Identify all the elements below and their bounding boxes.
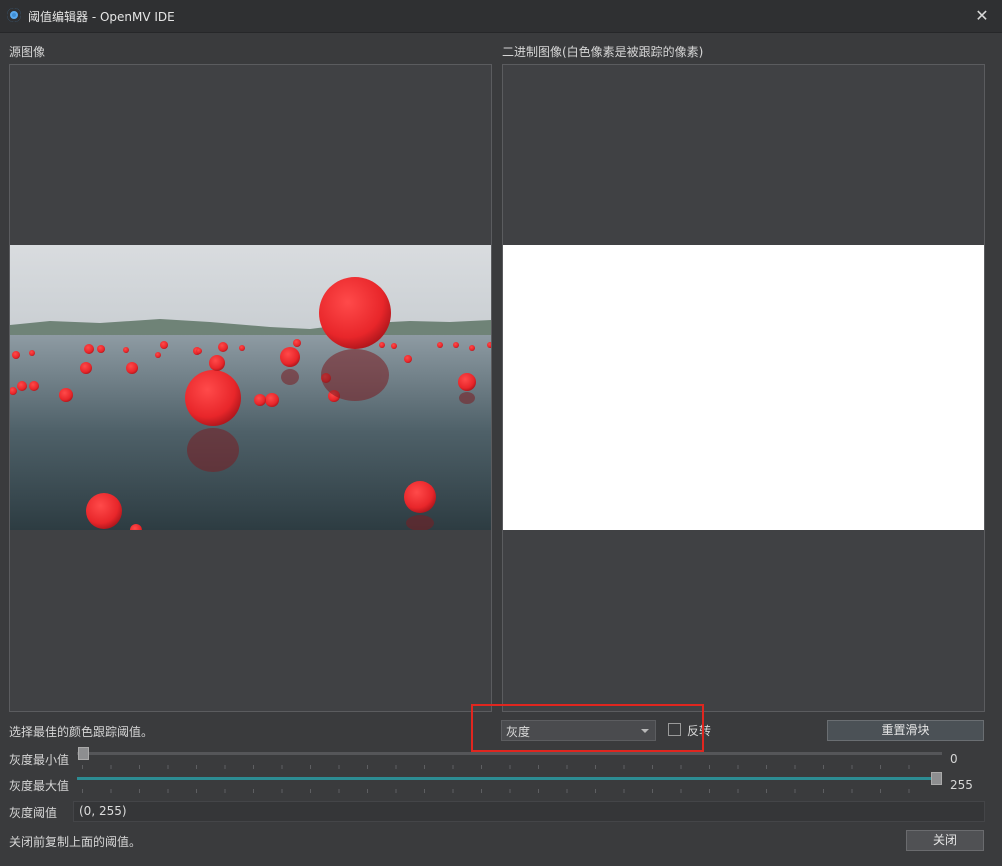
reset-sliders-button[interactable]: 重置滑块 <box>827 720 984 741</box>
color-mode-select[interactable]: 灰度 <box>501 720 656 741</box>
openmv-app-icon <box>7 8 21 22</box>
threshold-label: 灰度阈值 <box>9 806 58 820</box>
title-bar: 阈值编辑器 - OpenMV IDE ✕ <box>0 0 1002 33</box>
close-button[interactable]: 关闭 <box>906 830 984 851</box>
max-slider-value: 255 <box>950 778 973 792</box>
binary-image-label: 二进制图像(白色像素是被跟踪的像素) <box>502 45 704 59</box>
min-slider-track[interactable] <box>77 752 942 755</box>
invert-checkbox[interactable] <box>668 723 681 736</box>
color-mode-value: 灰度 <box>506 725 531 739</box>
threshold-field[interactable]: (0, 255) <box>73 801 985 822</box>
source-image <box>10 245 491 530</box>
source-image-label: 源图像 <box>9 45 46 59</box>
window-title: 阈值编辑器 - OpenMV IDE <box>28 10 175 24</box>
min-slider-label: 灰度最小值 <box>9 753 70 767</box>
binary-image <box>503 245 984 530</box>
chevron-down-icon <box>641 729 649 733</box>
max-slider-track[interactable] <box>77 777 942 780</box>
max-slider-handle[interactable] <box>931 772 942 785</box>
close-icon[interactable]: ✕ <box>972 6 992 26</box>
min-slider-value: 0 <box>950 752 958 766</box>
min-slider-ticks <box>82 765 937 769</box>
source-image-pane <box>9 64 492 712</box>
footer-hint: 关闭前复制上面的阈值。 <box>9 835 142 849</box>
binary-image-pane <box>502 64 985 712</box>
invert-label[interactable]: 反转 <box>687 722 711 739</box>
max-slider-ticks <box>82 789 937 793</box>
min-slider-handle[interactable] <box>78 747 89 760</box>
max-slider-label: 灰度最大值 <box>9 779 70 793</box>
status-text: 选择最佳的颜色跟踪阈值。 <box>9 725 154 739</box>
source-photo <box>10 245 491 530</box>
